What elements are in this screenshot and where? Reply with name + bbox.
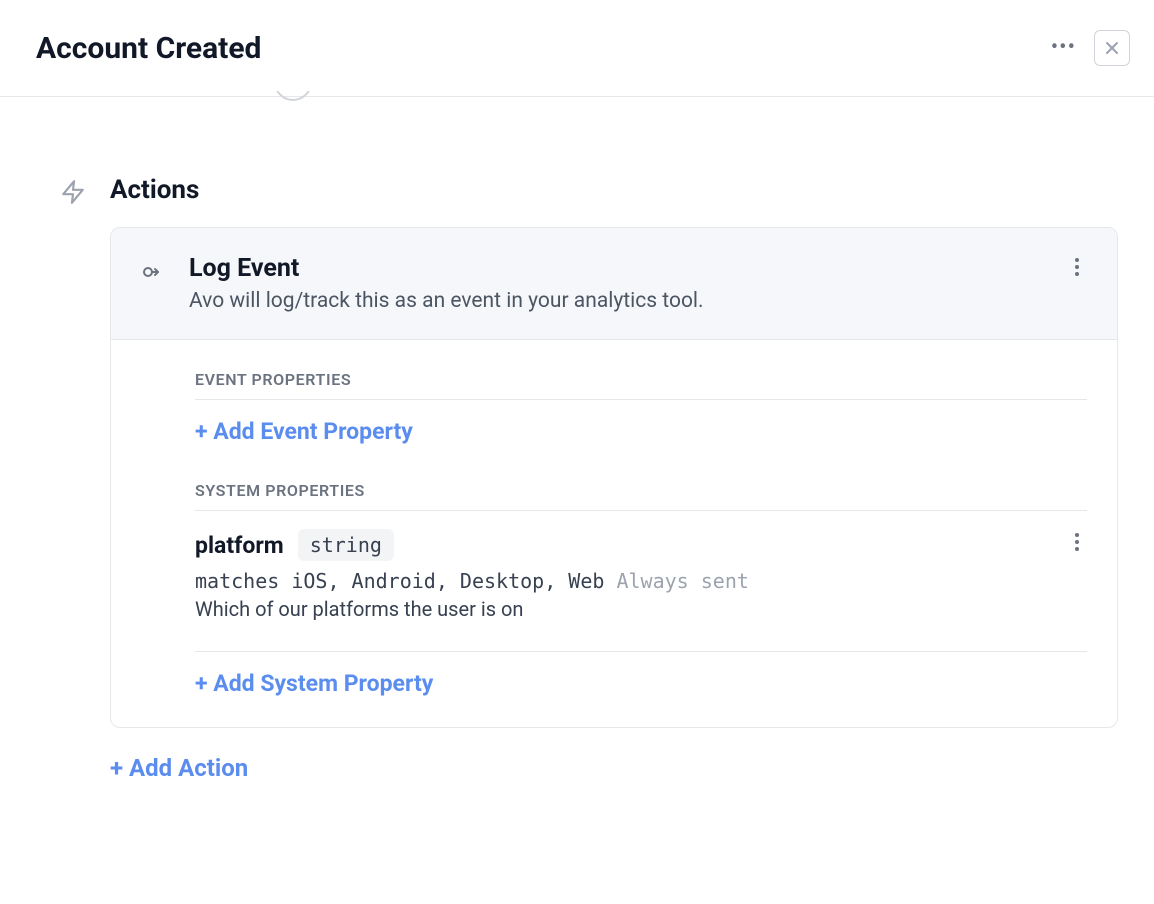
close-icon	[1104, 40, 1120, 56]
system-properties-section: SYSTEM PROPERTIES platform string matche…	[195, 481, 1087, 697]
log-event-icon	[141, 260, 165, 284]
log-event-title: Log Event	[189, 254, 1043, 283]
header-controls: •••	[1051, 30, 1130, 66]
page-title: Account Created	[36, 31, 261, 66]
property-row[interactable]: platform string matches iOS, Android, De…	[195, 529, 1087, 641]
log-event-menu-button[interactable]	[1067, 254, 1087, 280]
divider	[195, 651, 1087, 652]
more-menu-button[interactable]: •••	[1051, 37, 1076, 59]
log-event-header: Log Event Avo will log/track this as an …	[111, 228, 1117, 340]
log-event-body: EVENT PROPERTIES + Add Event Property SY…	[111, 340, 1117, 727]
event-properties-heading: EVENT PROPERTIES	[195, 370, 1087, 400]
property-name-line: platform string	[195, 529, 749, 561]
log-event-description: Avo will log/track this as an event in y…	[189, 289, 1043, 313]
log-event-card: Log Event Avo will log/track this as an …	[110, 227, 1118, 728]
page-header: Account Created •••	[0, 0, 1154, 97]
add-source-button[interactable]: + Add Source	[116, 91, 260, 96]
actions-section: Actions Log Event Avo will log/track thi…	[60, 175, 1118, 782]
add-system-property-button[interactable]: + Add System Property	[195, 670, 433, 697]
property-matches: matches iOS, Android, Desktop, Web Alway…	[195, 569, 749, 593]
add-source-row: + Add Source	[116, 91, 1118, 105]
matches-prefix: matches	[195, 569, 279, 593]
add-event-property-button[interactable]: + Add Event Property	[195, 418, 413, 445]
property-description: Which of our platforms the user is on	[195, 597, 749, 621]
property-name: platform	[195, 532, 284, 559]
lightning-icon	[60, 179, 86, 205]
log-event-text: Log Event Avo will log/track this as an …	[189, 254, 1043, 313]
property-content: platform string matches iOS, Android, De…	[195, 529, 749, 641]
content-area: + Add Source Actions Log Event Avo will …	[0, 91, 1154, 822]
property-type-badge: string	[298, 529, 394, 561]
source-circle-icon	[274, 91, 312, 101]
matches-values: iOS, Android, Desktop, Web	[291, 569, 604, 593]
actions-title: Actions	[110, 175, 1118, 205]
close-button[interactable]	[1094, 30, 1130, 66]
actions-body: Actions Log Event Avo will log/track thi…	[110, 175, 1118, 782]
event-properties-section: EVENT PROPERTIES + Add Event Property	[195, 370, 1087, 445]
add-action-button[interactable]: + Add Action	[110, 754, 248, 782]
sent-note: Always sent	[616, 569, 748, 593]
property-menu-button[interactable]	[1067, 529, 1087, 555]
system-properties-heading: SYSTEM PROPERTIES	[195, 481, 1087, 511]
